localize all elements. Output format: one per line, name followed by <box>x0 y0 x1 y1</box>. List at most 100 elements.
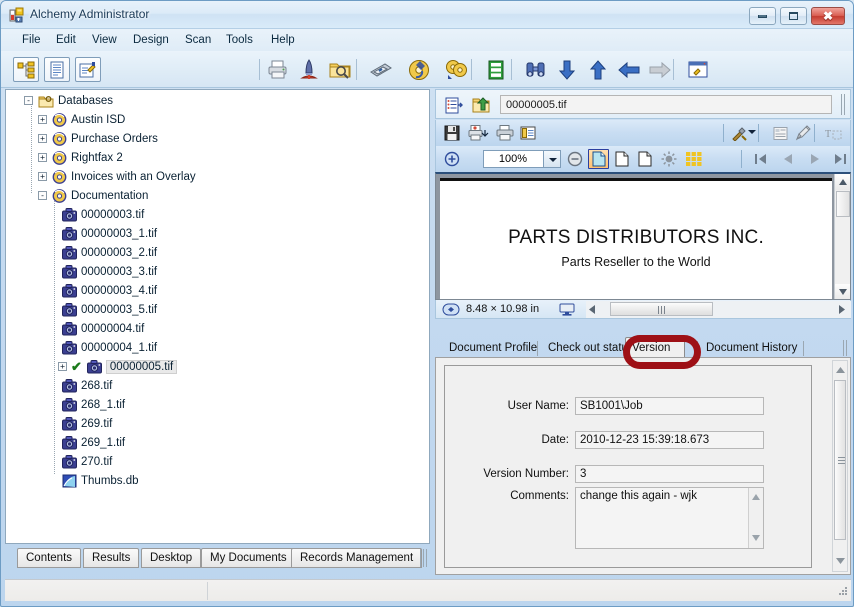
tree-node-00000003-4-tif[interactable]: 00000003_4.tif <box>62 281 157 300</box>
tree-node-269-1-tif[interactable]: 269_1.tif <box>62 433 125 452</box>
prev-page-button[interactable] <box>777 149 798 169</box>
zoom-dropdown-button[interactable] <box>543 151 560 167</box>
scroll-up-arrow[interactable] <box>835 174 850 190</box>
tree-node-invoices-with-an-overlay[interactable]: + Invoices with an Overlay <box>38 167 196 186</box>
scroll-down-arrow[interactable] <box>836 555 845 567</box>
print-preview-button[interactable] <box>464 123 494 143</box>
scroll-left-arrow[interactable] <box>589 305 595 317</box>
search-button[interactable] <box>327 57 353 82</box>
brightness-button[interactable] <box>658 149 679 169</box>
tab-strip-grip[interactable] <box>420 549 428 567</box>
tools-button[interactable] <box>729 123 750 143</box>
tab-version[interactable]: Version <box>625 337 685 359</box>
print-button[interactable] <box>494 123 515 143</box>
tree-node-268-1-tif[interactable]: 268_1.tif <box>62 395 125 414</box>
fit-page-button[interactable] <box>588 149 609 169</box>
scroll-up-arrow[interactable] <box>752 491 760 503</box>
menu-item-view[interactable]: View <box>85 32 124 49</box>
tree-node-00000004-1-tif[interactable]: 00000004_1.tif <box>62 338 157 357</box>
expander-collapse-icon[interactable]: - <box>38 191 47 200</box>
ocr-text-button[interactable]: T <box>823 123 844 143</box>
highlight-button[interactable] <box>793 123 814 143</box>
first-page-button[interactable] <box>750 149 771 169</box>
form-vertical-scrollbar[interactable] <box>832 360 848 572</box>
actual-size-button[interactable] <box>634 149 655 169</box>
tab-records-management[interactable]: Records Management <box>291 548 423 568</box>
tree-node-268-tif[interactable]: 268.tif <box>62 376 112 395</box>
tree-node-thumbs-db[interactable]: Thumbs.db <box>62 471 139 490</box>
expander-collapse-icon[interactable]: - <box>24 96 33 105</box>
tree-node-rightfax-2[interactable]: + Rightfax 2 <box>38 148 123 167</box>
open-folder-button[interactable] <box>470 94 494 116</box>
expander-expand-icon[interactable]: + <box>38 153 47 162</box>
tree-node-purchase-orders[interactable]: + Purchase Orders <box>38 129 158 148</box>
scroll-thumb[interactable] <box>836 191 850 217</box>
tab-document-profile[interactable]: Document Profile <box>443 339 543 358</box>
maximize-button[interactable] <box>780 7 807 25</box>
expander-expand-icon[interactable]: + <box>58 362 67 371</box>
menu-item-edit[interactable]: Edit <box>49 32 83 49</box>
publish-button[interactable] <box>296 57 322 82</box>
header-grip[interactable] <box>841 94 847 115</box>
scroll-thumb[interactable] <box>610 302 713 316</box>
tree-node-270-tif[interactable]: 270.tif <box>62 452 112 471</box>
version-number-field[interactable]: 3 <box>575 465 764 483</box>
detail-tab-grip[interactable] <box>843 340 849 356</box>
tree-node-00000003-3-tif[interactable]: 00000003_3.tif <box>62 262 157 281</box>
tab-contents[interactable]: Contents <box>17 548 82 568</box>
cd-build-button[interactable] <box>407 57 433 82</box>
tree-node-documentation[interactable]: - Documentation <box>38 186 148 205</box>
tree-node-00000003-tif[interactable]: 00000003.tif <box>62 205 144 224</box>
menu-item-help[interactable]: Help <box>264 32 302 49</box>
tree-node-00000004-tif[interactable]: 00000004.tif <box>62 319 144 338</box>
fit-toggle-button[interactable] <box>440 301 462 317</box>
annotation-list-button[interactable] <box>517 123 538 143</box>
move-up-button[interactable] <box>585 57 611 82</box>
find-button[interactable] <box>523 57 549 82</box>
text-annotation-button[interactable] <box>770 123 791 143</box>
document-path-field[interactable]: 00000005.tif <box>500 95 832 114</box>
close-button[interactable]: ✖ <box>811 7 845 25</box>
admin-window-button[interactable] <box>685 57 711 82</box>
tree-node-austin-isd[interactable]: + Austin ISD <box>38 110 125 129</box>
tab-desktop[interactable]: Desktop <box>141 548 202 568</box>
comments-scrollbar[interactable] <box>748 488 763 548</box>
fit-width-button[interactable] <box>611 149 632 169</box>
cd-copy-button[interactable] <box>444 57 470 82</box>
scroll-down-arrow[interactable] <box>835 284 850 299</box>
list-view-button[interactable] <box>44 57 70 82</box>
expander-expand-icon[interactable]: + <box>38 172 47 181</box>
thumbnails-button[interactable] <box>683 149 704 169</box>
next-page-button[interactable] <box>804 149 825 169</box>
scroll-thumb[interactable] <box>834 380 846 540</box>
menu-item-file[interactable]: File <box>15 32 48 49</box>
menu-item-tools[interactable]: Tools <box>219 32 260 49</box>
tree-node-269-tif[interactable]: 269.tif <box>62 414 112 433</box>
scroll-down-arrow[interactable] <box>752 532 760 544</box>
zoom-combo[interactable]: 100% <box>483 150 561 168</box>
monitor-button[interactable] <box>558 302 576 316</box>
image-horizontal-scrollbar[interactable] <box>586 301 851 318</box>
resize-grip[interactable] <box>836 587 848 599</box>
profile-view-button[interactable] <box>75 57 101 82</box>
zoom-out-button[interactable] <box>564 149 585 169</box>
document-image-view[interactable]: PARTS DISTRIBUTORS INC. Parts Reseller t… <box>435 172 851 300</box>
tab-results[interactable]: Results <box>83 548 140 568</box>
tab-my-documents[interactable]: My Documents <box>201 548 296 568</box>
menu-item-scan[interactable]: Scan <box>178 32 218 49</box>
document-properties-button[interactable] <box>442 94 466 116</box>
comments-field[interactable]: change this again - wjk <box>575 487 764 549</box>
scroll-up-arrow[interactable] <box>836 364 845 376</box>
save-button[interactable] <box>441 123 462 143</box>
last-page-button[interactable] <box>829 149 850 169</box>
scanner-button[interactable] <box>368 57 394 82</box>
tree-node-00000005-tif[interactable]: + ✔ 00000005.tif <box>58 357 178 376</box>
forward-button[interactable] <box>647 57 673 82</box>
tree-view-button[interactable] <box>13 57 39 82</box>
tree-node-databases[interactable]: - Databases <box>24 91 113 110</box>
tree-node-00000003-1-tif[interactable]: 00000003_1.tif <box>62 224 157 243</box>
menu-item-design[interactable]: Design <box>126 32 176 49</box>
print-button[interactable] <box>265 57 291 82</box>
tab-document-history[interactable]: Document History <box>700 339 803 358</box>
expander-expand-icon[interactable]: + <box>38 115 47 124</box>
